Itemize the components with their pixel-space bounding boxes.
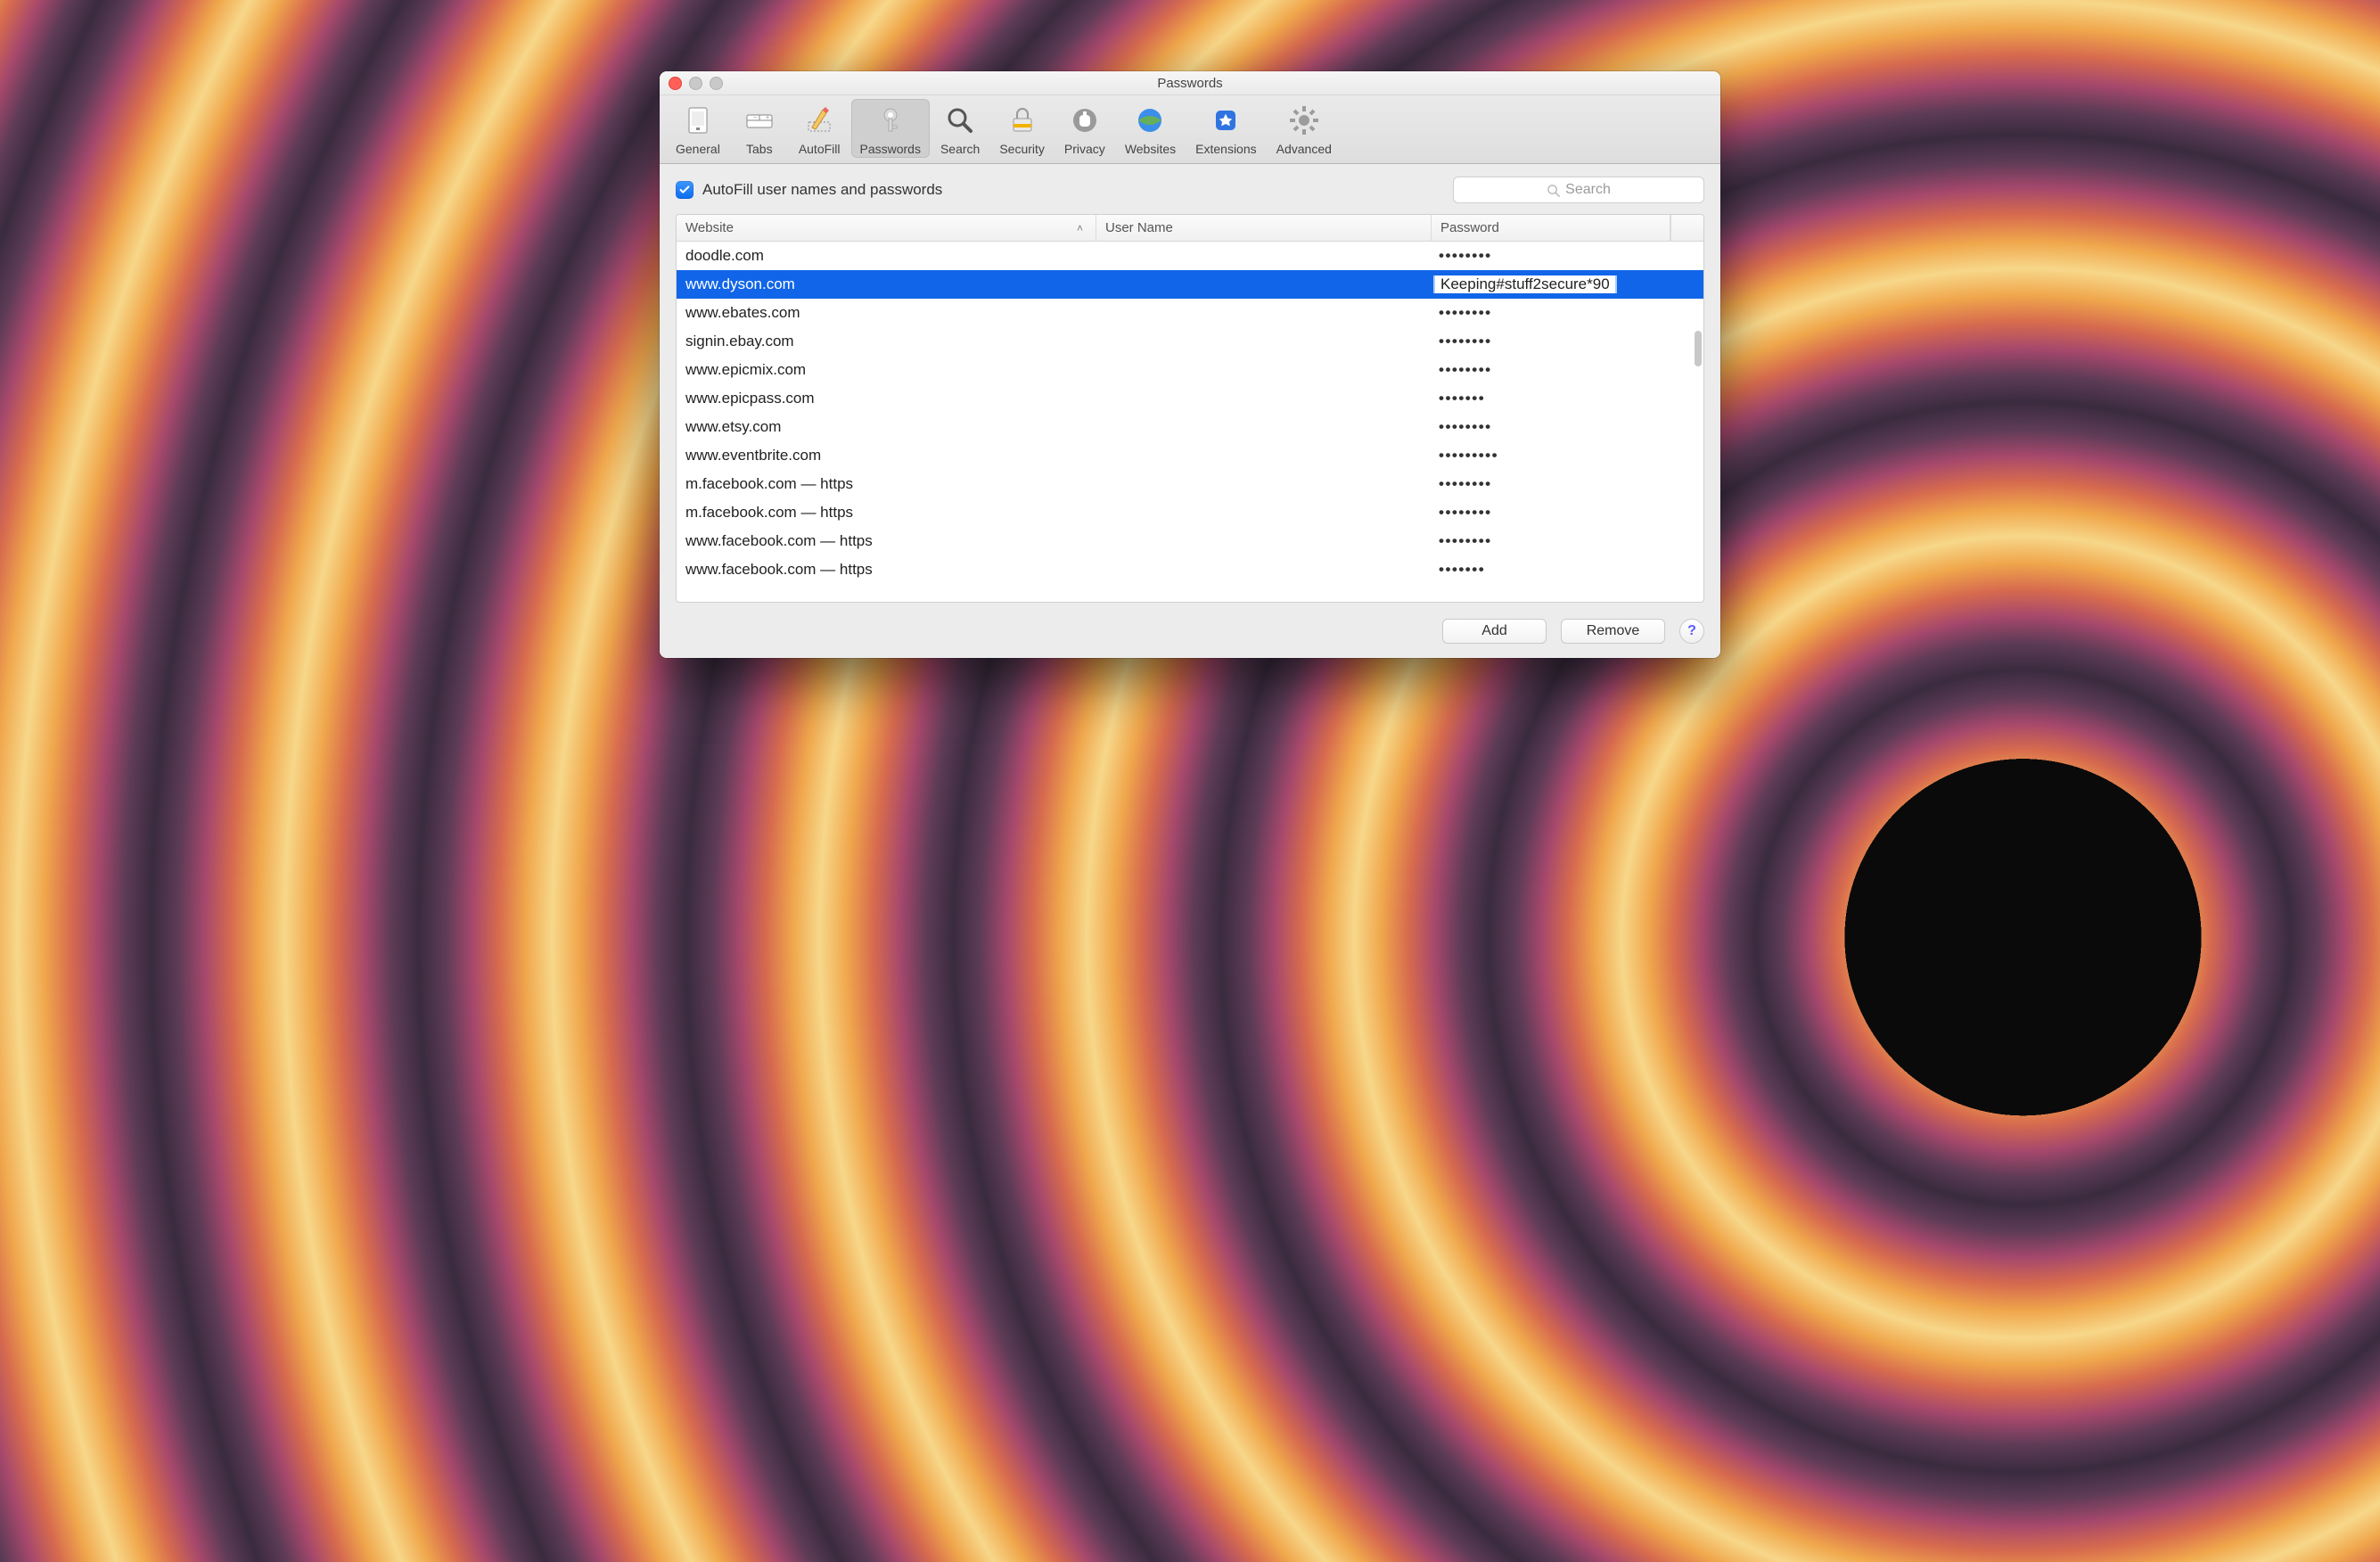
cell-website: www.facebook.com — https <box>677 561 1096 579</box>
tab-label: Extensions <box>1195 142 1256 156</box>
cell-website: m.facebook.com — https <box>677 504 1096 522</box>
table-row[interactable]: www.eventbrite.com ••••••••• <box>677 441 1703 470</box>
table-row[interactable]: www.facebook.com — https •••••••• <box>677 527 1703 555</box>
tab-autofill[interactable]: AutoFill <box>790 99 849 158</box>
cell-password: •••••••• <box>1430 418 1703 436</box>
security-icon <box>1005 103 1040 138</box>
tab-advanced[interactable]: Advanced <box>1268 99 1341 158</box>
scrollbar-header <box>1670 215 1703 241</box>
tabs-icon: −+ <box>742 103 777 138</box>
cell-password: •••••••• <box>1430 532 1703 550</box>
svg-text:+: + <box>766 115 769 121</box>
cell-password: ••••••• <box>1430 390 1703 407</box>
close-button[interactable] <box>669 77 682 90</box>
preferences-window: Passwords General −+ Tabs AutoFill <box>660 71 1720 658</box>
remove-button[interactable]: Remove <box>1561 619 1665 644</box>
table-row[interactable]: www.ebates.com •••••••• <box>677 299 1703 327</box>
tab-label: Websites <box>1125 142 1176 156</box>
cell-password: •••••••• <box>1430 247 1703 265</box>
cell-website: m.facebook.com — https <box>677 475 1096 493</box>
table-row[interactable]: www.epicpass.com ••••••• <box>677 384 1703 413</box>
content-area: AutoFill user names and passwords Search… <box>660 164 1720 658</box>
sort-ascending-icon: ˄ <box>1077 222 1083 234</box>
zoom-button[interactable] <box>710 77 723 90</box>
tab-label: Tabs <box>746 142 773 156</box>
table-row[interactable]: doodle.com •••••••• <box>677 242 1703 270</box>
extensions-icon <box>1208 103 1243 138</box>
tab-label: AutoFill <box>799 142 841 156</box>
table-row[interactable]: www.etsy.com •••••••• <box>677 413 1703 441</box>
table-row[interactable]: signin.ebay.com •••••••• <box>677 327 1703 356</box>
cell-password: •••••••• <box>1430 361 1703 379</box>
scrollbar-thumb[interactable] <box>1695 331 1702 366</box>
autofill-checkbox-label: AutoFill user names and passwords <box>702 181 942 199</box>
cell-password[interactable]: Keeping#stuff2secure*90 <box>1430 275 1703 293</box>
passwords-table: Website ˄ User Name Password doodle.com •… <box>676 214 1704 603</box>
tab-label: Advanced <box>1276 142 1332 156</box>
window-controls <box>669 77 723 90</box>
table-row[interactable]: www.epicmix.com •••••••• <box>677 356 1703 384</box>
table-row[interactable]: www.facebook.com — https ••••••• <box>677 555 1703 584</box>
cell-password: •••••••• <box>1430 504 1703 522</box>
cell-password: •••••••• <box>1430 333 1703 350</box>
websites-icon <box>1132 103 1168 138</box>
cell-password: •••••••• <box>1430 475 1703 493</box>
autofill-checkbox-row[interactable]: AutoFill user names and passwords <box>676 181 942 199</box>
search-icon <box>942 103 978 138</box>
tab-passwords[interactable]: Passwords <box>851 99 930 158</box>
cell-website: www.epicmix.com <box>677 361 1096 379</box>
tab-label: Security <box>999 142 1045 156</box>
tab-general[interactable]: General <box>667 99 729 158</box>
tab-label: Search <box>940 142 980 156</box>
footer-buttons: Add Remove ? <box>676 619 1704 644</box>
cell-website: www.eventbrite.com <box>677 447 1096 464</box>
cell-website: www.etsy.com <box>677 418 1096 436</box>
table-row[interactable]: m.facebook.com — https •••••••• <box>677 498 1703 527</box>
cell-password: ••••••• <box>1430 561 1703 579</box>
cell-website: www.ebates.com <box>677 304 1096 322</box>
tab-label: Privacy <box>1064 142 1105 156</box>
autofill-checkbox[interactable] <box>676 181 693 199</box>
cell-website: doodle.com <box>677 247 1096 265</box>
tab-privacy[interactable]: Privacy <box>1055 99 1114 158</box>
table-header: Website ˄ User Name Password <box>677 215 1703 242</box>
search-icon <box>1547 184 1560 197</box>
general-icon <box>680 103 716 138</box>
passwords-icon <box>873 103 908 138</box>
tab-label: General <box>676 142 720 156</box>
cell-website: www.facebook.com — https <box>677 532 1096 550</box>
search-input[interactable]: Search <box>1453 177 1704 203</box>
table-row[interactable]: m.facebook.com — https •••••••• <box>677 470 1703 498</box>
table-body[interactable]: doodle.com •••••••• www.dyson.com Keeping#s… <box>677 242 1703 602</box>
titlebar[interactable]: Passwords <box>660 71 1720 95</box>
cell-password: •••••••• <box>1430 304 1703 322</box>
column-header-website[interactable]: Website ˄ <box>677 215 1096 241</box>
privacy-icon <box>1067 103 1103 138</box>
window-title: Passwords <box>1157 76 1222 91</box>
column-header-username[interactable]: User Name <box>1096 215 1432 241</box>
tab-extensions[interactable]: Extensions <box>1186 99 1265 158</box>
search-placeholder: Search <box>1565 182 1611 198</box>
cell-password: ••••••••• <box>1430 447 1703 464</box>
table-row[interactable]: www.dyson.com Keeping#stuff2secure*90 <box>677 270 1703 299</box>
autofill-icon <box>801 103 837 138</box>
preferences-toolbar: General −+ Tabs AutoFill Passwords <box>660 95 1720 164</box>
svg-text:−: − <box>753 115 757 121</box>
add-button[interactable]: Add <box>1442 619 1547 644</box>
tab-security[interactable]: Security <box>990 99 1054 158</box>
cell-website: www.epicpass.com <box>677 390 1096 407</box>
advanced-icon <box>1286 103 1322 138</box>
tab-tabs[interactable]: −+ Tabs <box>731 99 788 158</box>
minimize-button[interactable] <box>689 77 702 90</box>
cell-website: signin.ebay.com <box>677 333 1096 350</box>
tab-label: Passwords <box>860 142 921 156</box>
cell-website: www.dyson.com <box>677 275 1096 293</box>
help-button[interactable]: ? <box>1679 619 1704 644</box>
column-header-password[interactable]: Password <box>1432 215 1670 241</box>
tab-search[interactable]: Search <box>931 99 989 158</box>
tab-websites[interactable]: Websites <box>1116 99 1185 158</box>
